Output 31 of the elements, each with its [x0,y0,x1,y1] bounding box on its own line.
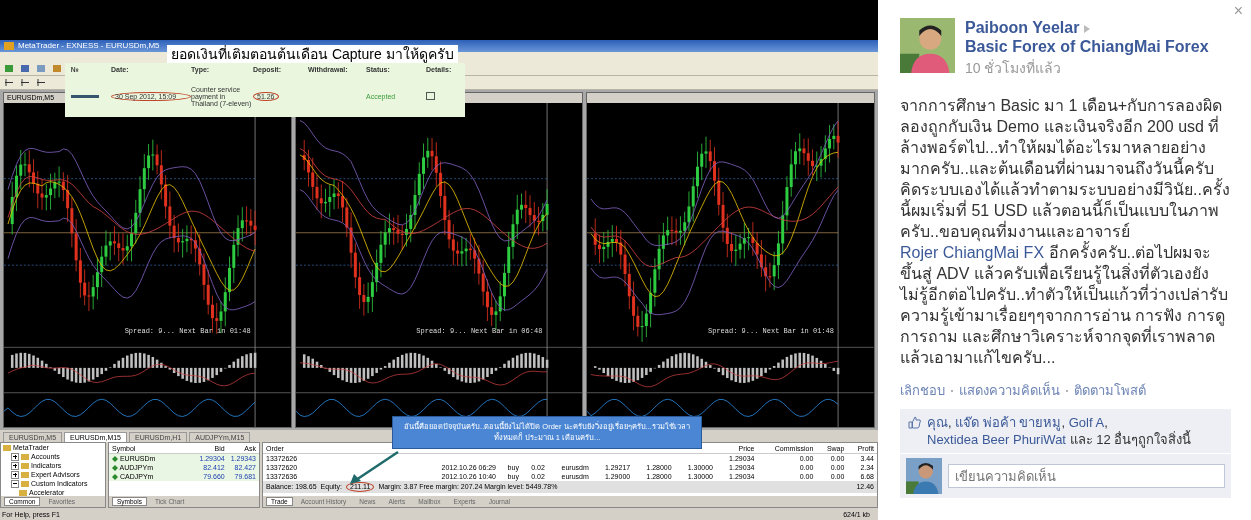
details-icon[interactable] [426,92,435,100]
expand-icon[interactable] [11,470,19,479]
comment-field[interactable]: เขียนความคิดเห็น [948,464,1225,488]
profile-link[interactable]: คุณ [927,415,948,430]
action-link[interactable]: แสดงความคิดเห็น [959,380,1060,401]
window-title: MetaTrader - EXNESS - EURUSDm,M5 [18,41,160,51]
likes-text: คุณ, แจ๊ด พ่อค้า ขายหมู, Golf A, Nextidea Beer PhuriWat และ 12 อื่นๆถูกใจสิ่งนี้ [927,414,1193,448]
action-link[interactable]: ติดตามโพสต์ [1074,380,1146,401]
expand-icon[interactable] [11,452,19,461]
toolbar-icon[interactable] [4,77,14,87]
arrow-icon [348,450,400,486]
author-link[interactable]: Paiboon Yeelar [965,19,1080,36]
toolbar-icon[interactable] [36,77,46,87]
expand-icon[interactable] [11,461,19,470]
post-text: จากการศึกษา Basic มา 1 เดือน+กับการลองผิดลองถูกกับเงิน Demo และเงินจริงอีก 200 usd ที่ล้างพอร์ตไป...ทำให้ผมได้อะไรมาหลายอย่างมากครับ..และต้นเดือนที่ผ่านมาจนถึงวันนี้ครับคิดระบบเองได้แล้วทำตามระบบอย่างมีวินัย..ครั้งนี้ผมเริ่มที่ 51 USD แล้วตอนนี้ก็เป็นแบบในภาพครับ..ขอบคุณที่มงานและอาจารย์ Rojer ChiangMai FX อีกครั้งครับ..ต่อไปผมจะขึ้นสู่ ADV แล้วครับเพื่อเรียนรู้ในสิ่งที่ตัวเองยังไม่รู้อีกต่อไปครับ..ทำตัวให้เป็นแก้วที่ว่างเปล่ารับความรู้เข้ามาเรื่อยๆๆจากการอ่าน การฟัง การดู การถาม และศึกษาวิเคราะห์จากจุดที่เราพลาดแล้วเอามาแก้ไขครับ... [900,96,1231,368]
thumbs-up-icon [908,416,921,429]
profile-link[interactable]: แจ๊ด พ่อค้า ขายหมู [955,415,1062,430]
app-icon [4,41,14,50]
collapse-icon[interactable] [11,479,19,488]
mention-link[interactable]: Rojer ChiangMai FX [900,244,1045,261]
caption: ยอดเงินที่เติมตอนต้นเดือน Capture มาให้ดูครับ [167,45,458,63]
redacted-mark [71,94,99,98]
post-time: 10 ชั่วโมงที่แล้ว [965,58,1063,78]
group-link[interactable]: Basic Forex of ChiangMai Forex [965,38,1209,55]
action-link[interactable]: เลิกชอบ [900,380,945,401]
folder-icon [3,444,11,451]
profile-link[interactable]: Nextidea Beer PhuriWat [927,432,1066,447]
avatar[interactable] [900,18,955,73]
triangle-icon [1084,25,1091,33]
avatar [906,458,942,494]
toolbar-icon[interactable] [20,77,30,87]
